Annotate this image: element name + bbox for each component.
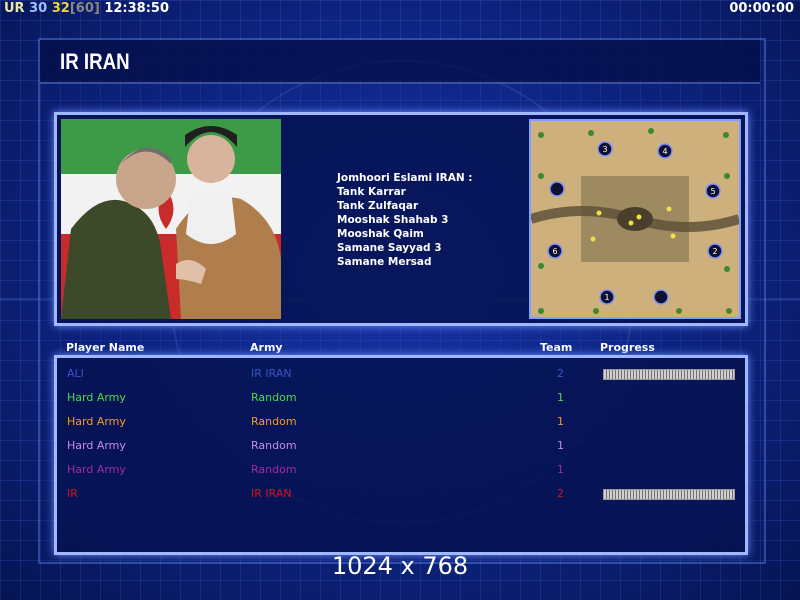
player-row: Hard Army Random 1 xyxy=(57,411,745,433)
player-row: IR IR IRAN 2 xyxy=(57,483,745,505)
briefing-line: Samane Mersad xyxy=(337,256,432,268)
mission-info-panel: Jomhoori Eslami IRAN : Tank Karrar Tank … xyxy=(54,112,748,326)
player-name: Hard Army xyxy=(67,439,126,452)
column-army: Army xyxy=(250,341,283,354)
player-name: IR xyxy=(67,487,78,500)
player-list: ALI IR IRAN 2 Hard Army Random 1 Hard Army Rand… xyxy=(54,355,748,555)
army-briefing: Jomhoori Eslami IRAN : Tank Karrar Tank … xyxy=(337,171,472,269)
game-clock: 12:38:50 xyxy=(104,1,170,16)
player-team: 2 xyxy=(557,487,564,500)
player-army: Random xyxy=(251,439,297,452)
player-name: ALI xyxy=(67,367,84,380)
player-army: IR IRAN xyxy=(251,367,292,380)
column-progress: Progress xyxy=(600,341,655,354)
resolution-label: 1024 x 768 xyxy=(331,552,469,580)
column-player-name: Player Name xyxy=(66,341,145,354)
start-position-label: 6 xyxy=(552,247,557,256)
player-name: Hard Army xyxy=(67,415,126,428)
player-team: 1 xyxy=(557,391,564,404)
briefing-line: Jomhoori Eslami IRAN : xyxy=(337,172,473,184)
player-row: Hard Army Random 1 xyxy=(57,435,745,457)
player-row: Hard Army Random 1 xyxy=(57,387,745,409)
power-count: 30 xyxy=(29,1,48,16)
start-position-label: 3 xyxy=(602,145,607,154)
player-name: Hard Army xyxy=(67,463,126,476)
page-title: IR IRAN xyxy=(60,49,130,74)
title-bar: IR IRAN xyxy=(40,40,760,84)
hud-stats: UR 30 32[60] 12:38:50 xyxy=(4,1,169,16)
briefing-line: Tank Karrar xyxy=(337,186,406,198)
briefing-line: Mooshak Qaim xyxy=(337,228,424,240)
player-team: 1 xyxy=(557,463,564,476)
mission-timer: 00:00:00 xyxy=(729,1,794,16)
progress-bar xyxy=(603,369,735,380)
player-army: Random xyxy=(251,391,297,404)
player-row: ALI IR IRAN 2 xyxy=(57,363,745,385)
unit-limit: [60] xyxy=(69,1,100,16)
start-position-label: 5 xyxy=(710,187,715,196)
player-row: Hard Army Random 1 xyxy=(57,459,745,481)
player-army: IR IRAN xyxy=(251,487,292,500)
start-position-label: 2 xyxy=(712,247,717,256)
progress-bar xyxy=(603,489,735,500)
briefing-line: Tank Zulfaqar xyxy=(337,200,419,212)
player-name: Hard Army xyxy=(67,391,126,404)
start-position-label: 1 xyxy=(604,293,609,302)
faction-label: UR xyxy=(4,1,25,16)
briefing-line: Mooshak Shahab 3 xyxy=(337,214,449,226)
player-army: Random xyxy=(251,463,297,476)
player-team: 2 xyxy=(557,367,564,380)
player-team: 1 xyxy=(557,439,564,452)
player-army: Random xyxy=(251,415,297,428)
column-team: Team xyxy=(540,341,573,354)
faction-portrait xyxy=(61,119,281,319)
player-team: 1 xyxy=(557,415,564,428)
start-position-label: 4 xyxy=(662,147,667,156)
minimap: 3 4 5 2 1 6 xyxy=(529,119,741,319)
briefing-line: Samane Sayyad 3 xyxy=(337,242,442,254)
unit-count: 32 xyxy=(51,1,70,16)
